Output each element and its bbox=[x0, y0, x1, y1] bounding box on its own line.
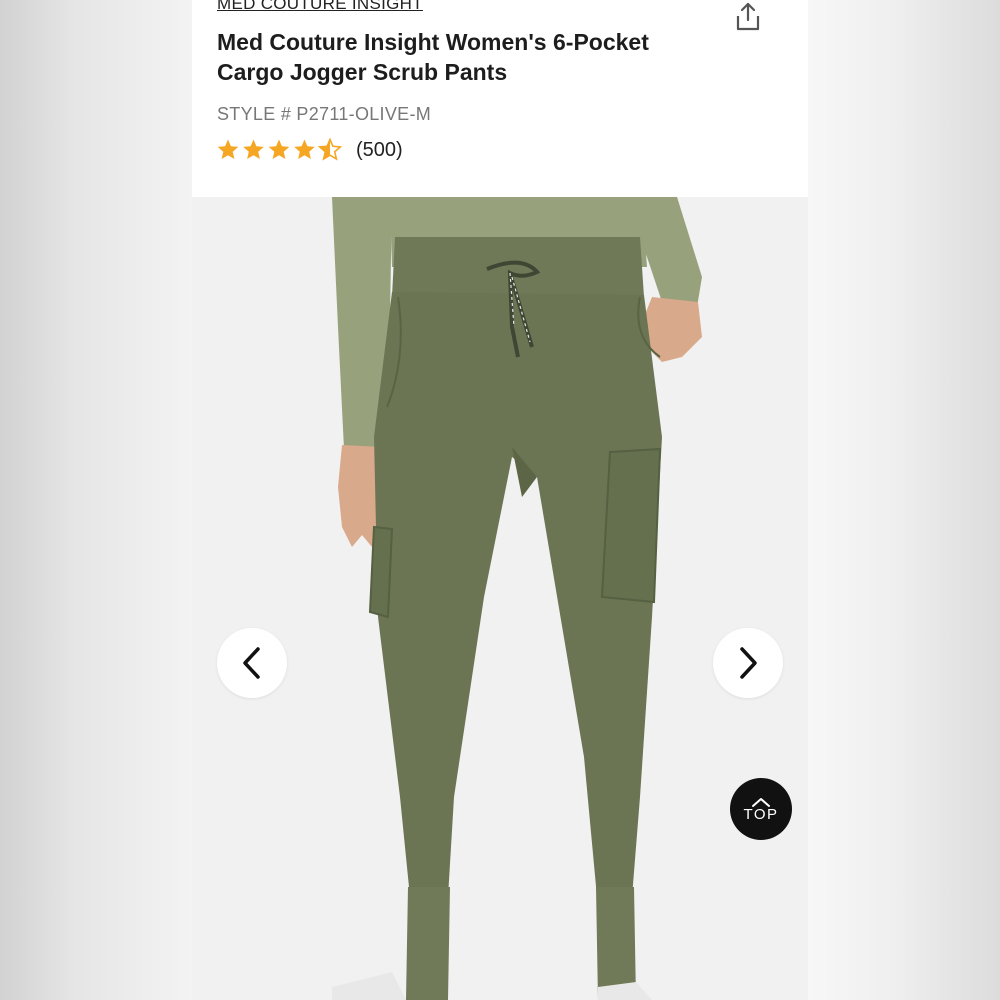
background-right bbox=[808, 0, 1000, 1000]
review-count[interactable]: (500) bbox=[356, 139, 403, 162]
product-image-gallery[interactable]: TOP bbox=[192, 197, 808, 1000]
star-icon bbox=[217, 139, 239, 159]
chevron-right-icon bbox=[740, 647, 757, 679]
back-to-top-button[interactable]: TOP bbox=[730, 778, 792, 840]
style-number: STYLE # P2711-OLIVE-M bbox=[217, 104, 432, 124]
next-image-button[interactable] bbox=[713, 628, 783, 698]
previous-image-button[interactable] bbox=[217, 628, 287, 698]
rating[interactable]: (500) bbox=[216, 138, 403, 162]
background-left bbox=[0, 0, 192, 1000]
star-icon bbox=[268, 139, 290, 159]
star-half-icon bbox=[318, 138, 342, 160]
share-icon bbox=[736, 2, 760, 31]
chevron-left-icon bbox=[243, 647, 260, 679]
share-button[interactable] bbox=[726, 0, 770, 36]
star-icon bbox=[243, 139, 264, 159]
product-image bbox=[192, 197, 808, 1000]
product-title: Med Couture Insight Women's 6-Pocket Car… bbox=[217, 29, 649, 85]
star-rating bbox=[217, 138, 342, 160]
brand-link[interactable]: MED COUTURE INSIGHT bbox=[217, 0, 423, 14]
star-icon bbox=[294, 139, 315, 159]
back-to-top-label: TOP bbox=[743, 805, 779, 823]
product-page: MED COUTURE INSIGHT Med Couture Insight … bbox=[192, 0, 808, 1000]
